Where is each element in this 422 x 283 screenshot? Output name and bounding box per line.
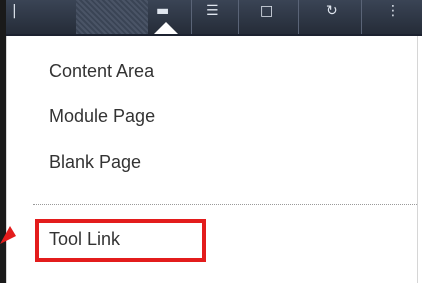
top-toolbar: | ▬ ☰ □ ↻ ⋮ — [6, 0, 422, 36]
refresh-icon[interactable]: ↻ — [326, 4, 338, 18]
lines-icon[interactable]: | — [12, 4, 17, 18]
toolbar-divider — [298, 0, 299, 34]
highlight-box — [35, 219, 206, 262]
toolbar-divider — [238, 0, 239, 34]
menu-separator — [33, 204, 417, 205]
menu-item-content-area[interactable]: Content Area — [49, 61, 154, 82]
menu-item-blank-page[interactable]: Blank Page — [49, 152, 141, 173]
list-icon[interactable]: ☰ — [206, 4, 219, 18]
more-icon[interactable]: ⋮ — [386, 4, 400, 18]
file-icon[interactable]: □ — [260, 4, 273, 18]
toolbar-divider — [191, 0, 192, 34]
menu-item-module-page[interactable]: Module Page — [49, 106, 155, 127]
pointer-arrow-icon — [0, 226, 16, 244]
dropdown-pointer-icon — [154, 22, 178, 34]
dropdown-trigger-icon[interactable]: ▬ — [156, 4, 169, 18]
screenshot-frame: | ▬ ☰ □ ↻ ⋮ Content Area Module Page Bla… — [0, 0, 422, 283]
add-content-menu: Content Area Module Page Blank Page Tool… — [6, 36, 418, 283]
hatch-panel — [76, 0, 148, 34]
toolbar-divider — [361, 0, 362, 34]
